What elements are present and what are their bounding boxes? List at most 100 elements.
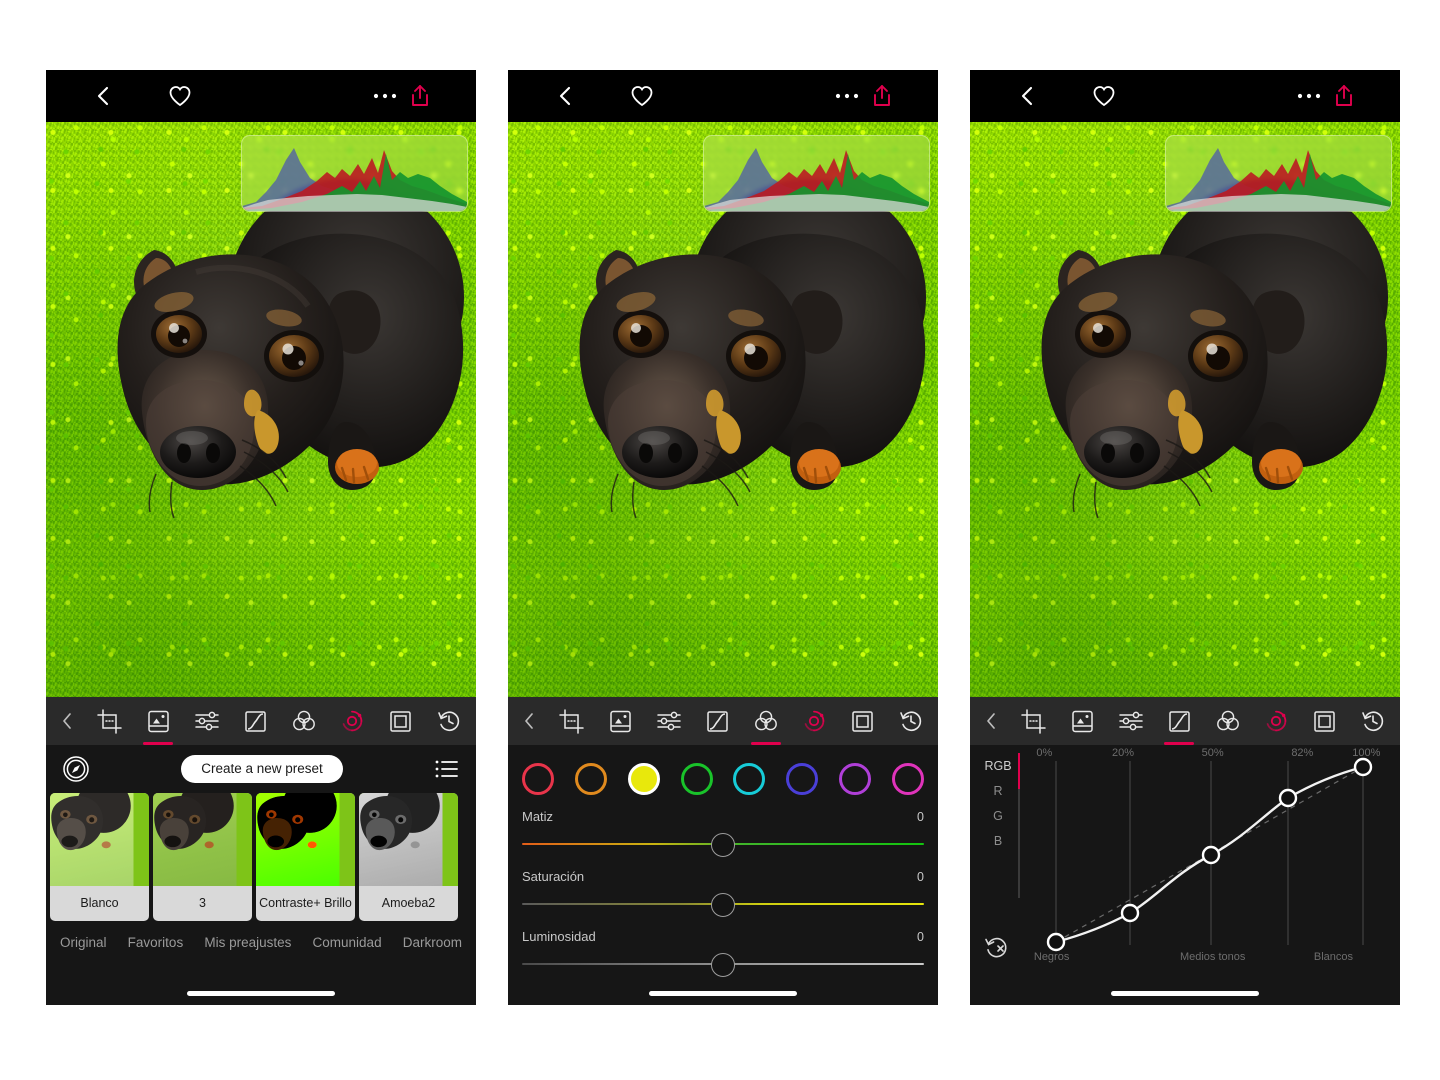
color-swatch-row <box>508 745 938 795</box>
slider-saturacion-knob[interactable] <box>711 893 735 917</box>
back-button[interactable] <box>1014 82 1042 110</box>
slider-saturacion-track[interactable] <box>522 893 924 917</box>
curve-tick-100: 100% <box>1352 747 1381 759</box>
tab-original[interactable]: Original <box>60 935 107 950</box>
detail-frame-icon[interactable] <box>846 701 880 741</box>
preset-thumbnail <box>50 793 149 886</box>
effects-icon[interactable] <box>1259 701 1293 741</box>
swatch-red[interactable] <box>522 763 554 795</box>
preset-item[interactable]: Amoeba2 <box>359 793 458 921</box>
history-icon[interactable] <box>432 701 466 741</box>
back-button[interactable] <box>90 82 118 110</box>
channel-r[interactable]: R <box>993 778 1002 803</box>
share-icon[interactable] <box>1330 80 1358 112</box>
history-icon[interactable] <box>894 701 928 741</box>
edit-toolbar <box>46 697 476 745</box>
presets-icon[interactable] <box>141 701 175 745</box>
curve-tick-20: 20% <box>1111 747 1134 759</box>
tab-mis-preajustes[interactable]: Mis preajustes <box>204 935 291 950</box>
preset-label-line2: + Brillo <box>313 896 352 911</box>
top-bar <box>970 70 1400 122</box>
slider-matiz-knob[interactable] <box>711 833 735 857</box>
swatch-magenta[interactable] <box>891 763 924 795</box>
swatch-blue[interactable] <box>786 763 819 795</box>
compass-icon[interactable] <box>62 755 90 783</box>
channel-b[interactable]: B <box>994 828 1002 853</box>
back-button[interactable] <box>552 82 580 110</box>
light-sliders-icon[interactable] <box>652 701 686 741</box>
more-options-icon[interactable] <box>1295 82 1323 110</box>
list-menu-icon[interactable] <box>434 758 460 780</box>
curve-svg <box>1046 757 1373 952</box>
crop-icon[interactable] <box>1017 701 1051 741</box>
presets-icon[interactable] <box>1065 701 1099 741</box>
photo-preview[interactable] <box>508 122 938 697</box>
light-sliders-icon[interactable] <box>1114 701 1148 741</box>
presets-panel: Create a new preset Blanco 3 Contraste +… <box>46 745 476 1005</box>
effects-icon[interactable] <box>797 701 831 741</box>
curve-label-medios: Medios tonos <box>1179 951 1246 963</box>
slider-matiz-track[interactable] <box>522 833 924 857</box>
tab-comunidad[interactable]: Comunidad <box>313 935 382 950</box>
swatch-purple[interactable] <box>839 763 872 795</box>
color-mix-icon[interactable] <box>749 701 783 745</box>
share-icon[interactable] <box>406 80 434 112</box>
photo-preview[interactable] <box>970 122 1400 697</box>
crop-icon[interactable] <box>93 701 127 741</box>
tone-curve-icon[interactable] <box>700 701 734 741</box>
reset-curve-icon[interactable] <box>984 935 1010 961</box>
color-mix-icon[interactable] <box>1211 701 1245 741</box>
home-indicator <box>1111 991 1259 996</box>
heart-icon[interactable] <box>1090 82 1118 110</box>
effects-icon[interactable] <box>335 701 369 741</box>
more-options-icon[interactable] <box>833 82 861 110</box>
edit-toolbar-back[interactable] <box>980 701 1002 741</box>
photo-preview[interactable] <box>46 122 476 697</box>
curve-tick-82: 82% <box>1291 747 1314 759</box>
preset-item[interactable]: Contraste + Brillo <box>256 793 355 921</box>
histogram-overlay[interactable] <box>241 135 468 212</box>
heart-icon[interactable] <box>628 82 656 110</box>
preset-item[interactable]: Blanco <box>50 793 149 921</box>
edit-toolbar <box>970 697 1400 745</box>
curve-plot[interactable]: 0% 20% 50% 82% 100% Negros Medios tonos … <box>1026 745 1392 975</box>
slider-luminosidad-value: 0 <box>917 930 924 944</box>
tab-darkroom[interactable]: Darkroom <box>403 935 462 950</box>
curve-container: RGB R G B 0% 20% 50% 82% 100% Negros Med… <box>970 745 1400 1005</box>
preset-list[interactable]: Blanco 3 Contraste + Brillo Amoeba2 <box>46 793 476 921</box>
detail-frame-icon[interactable] <box>384 701 418 741</box>
more-options-icon[interactable] <box>371 82 399 110</box>
swatch-orange[interactable] <box>574 763 607 795</box>
phone-screen-curve: RGB R G B 0% 20% 50% 82% 100% Negros Med… <box>970 70 1400 1005</box>
light-sliders-icon[interactable] <box>190 701 224 741</box>
swatch-green[interactable] <box>680 763 713 795</box>
slider-saturacion-header: Saturación 0 <box>522 869 924 884</box>
share-icon[interactable] <box>868 80 896 112</box>
color-mix-icon[interactable] <box>287 701 321 741</box>
preset-label-line1: Contraste <box>259 896 314 911</box>
preset-label: Amoeba2 <box>381 896 436 911</box>
edit-toolbar-back[interactable] <box>56 701 78 741</box>
swatch-aqua[interactable] <box>733 763 766 795</box>
detail-frame-icon[interactable] <box>1308 701 1342 741</box>
curve-label-negros: Negros <box>1033 951 1070 963</box>
tone-curve-icon[interactable] <box>1162 701 1196 745</box>
crop-icon[interactable] <box>555 701 589 741</box>
curve-tick-50: 50% <box>1201 747 1224 759</box>
history-icon[interactable] <box>1356 701 1390 741</box>
presets-icon[interactable] <box>603 701 637 741</box>
edit-toolbar-back[interactable] <box>518 701 540 741</box>
home-indicator <box>649 991 797 996</box>
channel-g[interactable]: G <box>993 803 1003 828</box>
swatch-yellow[interactable] <box>627 763 660 795</box>
slider-luminosidad-knob[interactable] <box>711 953 735 977</box>
slider-luminosidad-track[interactable] <box>522 953 924 977</box>
tone-curve-icon[interactable] <box>238 701 272 741</box>
histogram-overlay[interactable] <box>703 135 930 212</box>
create-new-preset-button[interactable]: Create a new preset <box>181 755 343 783</box>
heart-icon[interactable] <box>166 82 194 110</box>
preset-item[interactable]: 3 <box>153 793 252 921</box>
histogram-overlay[interactable] <box>1165 135 1392 212</box>
tab-favoritos[interactable]: Favoritos <box>128 935 184 950</box>
channel-rgb[interactable]: RGB <box>984 753 1011 778</box>
